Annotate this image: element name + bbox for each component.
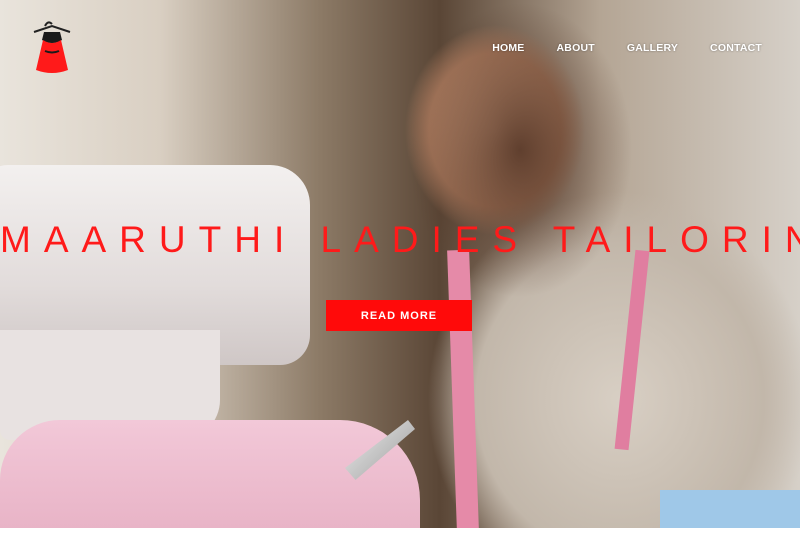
bottom-edge [0, 528, 800, 533]
hero-section: HOME ABOUT GALLERY CONTACT MAARUTHI LADI… [0, 0, 800, 533]
measuring-tape-image [447, 249, 479, 531]
hero-title: MAARUTHI LADIES TAILORING [0, 219, 800, 260]
nav-item-about[interactable]: ABOUT [557, 42, 595, 54]
measuring-tape-image-2 [614, 249, 650, 451]
nav-item-gallery[interactable]: GALLERY [627, 42, 678, 54]
read-more-button[interactable]: READ MORE [326, 300, 472, 331]
main-nav: HOME ABOUT GALLERY CONTACT [460, 42, 762, 54]
dress-hanger-icon[interactable] [28, 18, 83, 78]
nav-item-home[interactable]: HOME [492, 42, 524, 54]
fabric-roll-image [660, 490, 800, 530]
nav-item-contact[interactable]: CONTACT [710, 42, 762, 54]
